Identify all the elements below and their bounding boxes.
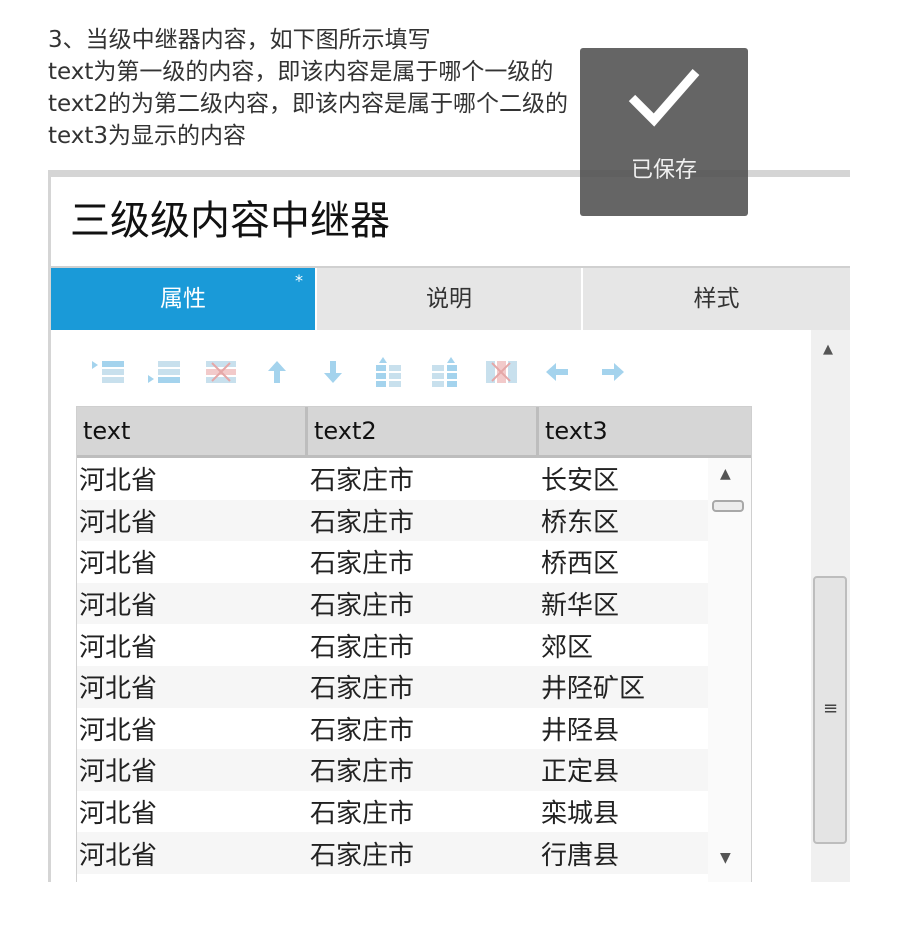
table-cell[interactable]: 井陉县	[539, 710, 708, 747]
repeater-data-grid: text text2 text3 河北省 石家庄市 长安区 河北省 石家庄市 桥东区 河北省…	[76, 406, 752, 882]
repeater-toolbar	[81, 352, 641, 392]
column-header-text2[interactable]: text2	[308, 407, 539, 455]
scroll-up-icon[interactable]: ▲	[720, 466, 731, 482]
table-cell[interactable]: 石家庄市	[308, 835, 539, 872]
move-left-icon[interactable]	[529, 352, 585, 392]
toast-message: 已保存	[630, 158, 697, 183]
table-cell[interactable]: 栾城县	[539, 793, 708, 830]
table-cell[interactable]: 河北省	[77, 835, 308, 872]
tab-bar: 属性 * 说明 样式	[51, 268, 850, 330]
table-cell[interactable]: 河北省	[77, 502, 308, 539]
table-row[interactable]: 河北省 石家庄市 行唐县	[77, 832, 708, 874]
repeater-panel: 三级级内容中继器 属性 * 说明 样式 text text2 text3 河北省…	[48, 170, 850, 882]
table-cell[interactable]: 行唐县	[539, 835, 708, 872]
table-cell[interactable]: 石家庄市	[308, 668, 539, 705]
grip-icon: ≡	[823, 698, 839, 719]
instruction-line: text2的为第二级内容，即该内容是属于哪个二级的	[48, 91, 569, 117]
table-row[interactable]: 河北省 石家庄市 桥东区	[77, 499, 708, 542]
grid-scrollbar[interactable]: ▲ ▼	[708, 458, 751, 882]
table-cell[interactable]: 石家庄市	[308, 460, 539, 497]
table-row[interactable]: 河北省 石家庄市 井陉矿区	[77, 665, 708, 708]
grid-header: text text2 text3	[77, 407, 751, 458]
instruction-line: text为第一级的内容，即该内容是属于哪个一级的	[48, 59, 554, 85]
table-cell[interactable]: 桥西区	[539, 543, 708, 580]
table-cell[interactable]: 河北省	[77, 751, 308, 788]
table-cell[interactable]: 石家庄市	[308, 627, 539, 664]
delete-column-icon[interactable]	[473, 352, 529, 392]
instruction-line: 3、当级中继器内容，如下图所示填写	[48, 27, 431, 53]
tab-properties[interactable]: 属性 *	[51, 268, 315, 330]
table-row[interactable]: 河北省 石家庄市 正定县	[77, 749, 708, 791]
properties-body: text text2 text3 河北省 石家庄市 长安区 河北省 石家庄市 桥东区 河北省…	[51, 330, 811, 882]
scroll-up-icon[interactable]: ▲	[823, 342, 833, 357]
unsaved-marker: *	[295, 271, 303, 290]
checkmark-icon	[628, 66, 700, 132]
table-cell[interactable]: 石家庄市	[308, 543, 539, 580]
move-up-icon[interactable]	[249, 352, 305, 392]
instructions: 3、当级中继器内容，如下图所示填写 text为第一级的内容，即该内容是属于哪个一…	[48, 24, 568, 152]
tab-style[interactable]: 样式	[583, 268, 850, 330]
insert-row-below-icon[interactable]	[137, 352, 193, 392]
panel-scrollbar[interactable]: ▲ ≡	[811, 330, 850, 882]
move-down-icon[interactable]	[305, 352, 361, 392]
table-cell[interactable]: 石家庄市	[308, 585, 539, 622]
panel-title: 三级级内容中继器	[70, 198, 390, 244]
table-cell[interactable]: 河北省	[77, 793, 308, 830]
saved-toast: 已保存	[580, 48, 748, 216]
tab-label: 属性	[160, 286, 206, 312]
table-row[interactable]: 河北省 石家庄市 井陉县	[77, 708, 708, 750]
table-cell[interactable]: 石家庄市	[308, 710, 539, 747]
insert-column-left-icon[interactable]	[361, 352, 417, 392]
scroll-down-icon[interactable]: ▼	[720, 850, 731, 866]
table-cell[interactable]: 河北省	[77, 460, 308, 497]
table-cell[interactable]: 河北省	[77, 710, 308, 747]
table-cell[interactable]: 新华区	[539, 585, 708, 622]
move-right-icon[interactable]	[585, 352, 641, 392]
column-header-text3[interactable]: text3	[539, 407, 751, 455]
instruction-line: text3为显示的内容	[48, 123, 247, 149]
tab-label: 样式	[693, 286, 740, 312]
table-cell[interactable]: 郊区	[539, 627, 708, 664]
table-row[interactable]: 河北省 石家庄市 桥西区	[77, 541, 708, 583]
scroll-thumb[interactable]: ≡	[813, 576, 847, 844]
table-row[interactable]: 河北省 石家庄市 新华区	[77, 582, 708, 625]
table-cell[interactable]: 正定县	[539, 751, 708, 788]
tab-label: 说明	[426, 286, 472, 312]
table-cell[interactable]: 石家庄市	[308, 751, 539, 788]
table-cell[interactable]: 河北省	[77, 668, 308, 705]
tab-notes[interactable]: 说明	[317, 268, 581, 330]
insert-row-above-icon[interactable]	[81, 352, 137, 392]
table-cell[interactable]: 长安区	[539, 460, 708, 497]
table-cell[interactable]: 河北省	[77, 627, 308, 664]
table-cell[interactable]: 河北省	[77, 543, 308, 580]
scroll-thumb[interactable]	[712, 500, 744, 512]
column-header-text[interactable]: text	[77, 407, 308, 455]
table-cell[interactable]: 桥东区	[539, 502, 708, 539]
table-row[interactable]: 河北省 石家庄市 郊区	[77, 624, 708, 666]
table-row[interactable]: 河北省 石家庄市 栾城县	[77, 791, 708, 833]
table-cell[interactable]: 石家庄市	[308, 793, 539, 830]
table-cell[interactable]: 河北省	[77, 585, 308, 622]
table-row[interactable]: 河北省 石家庄市 长安区	[77, 458, 708, 500]
grid-body: 河北省 石家庄市 长安区 河北省 石家庄市 桥东区 河北省 石家庄市 桥西区 河北省 石家庄市 新华区…	[77, 458, 708, 882]
insert-column-right-icon[interactable]	[417, 352, 473, 392]
table-cell[interactable]: 井陉矿区	[539, 668, 708, 705]
table-cell[interactable]: 石家庄市	[308, 502, 539, 539]
delete-row-icon[interactable]	[193, 352, 249, 392]
